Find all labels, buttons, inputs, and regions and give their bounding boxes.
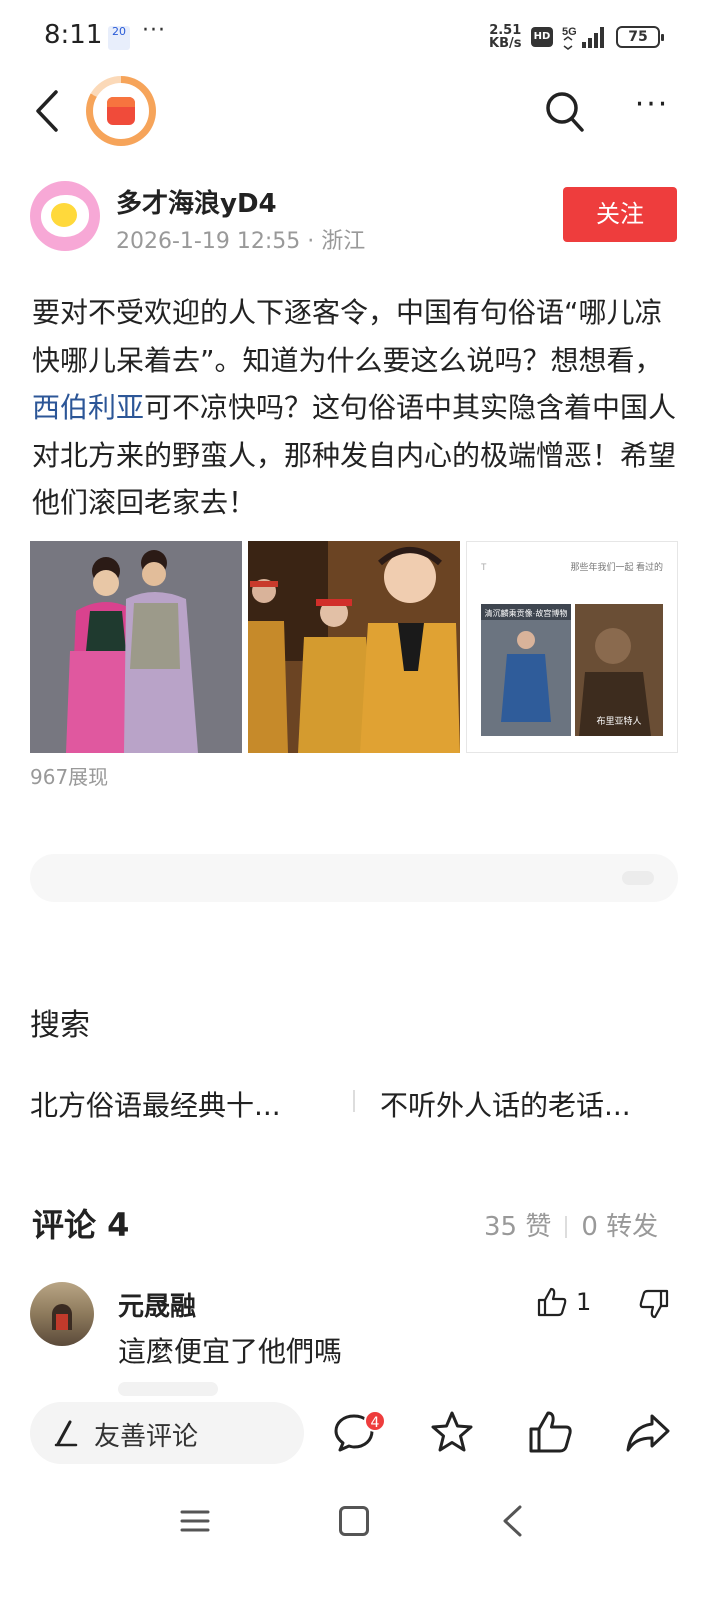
commenter-name[interactable]: 元晟融 xyxy=(118,1286,196,1323)
likes-count[interactable]: 35 赞 xyxy=(484,1212,551,1242)
comment-input[interactable]: 友善评论 xyxy=(30,1402,304,1464)
search-icon[interactable] xyxy=(544,88,586,134)
more-icon[interactable]: ··· xyxy=(630,90,674,130)
comment-placeholder: 友善评论 xyxy=(94,1422,199,1452)
author-avatar[interactable] xyxy=(30,181,100,251)
system-nav-bar xyxy=(0,1490,720,1560)
author-name[interactable]: 多才海浪yD4 xyxy=(116,183,277,220)
reposts-count[interactable]: 0 转发 xyxy=(581,1212,658,1242)
top-nav: ··· xyxy=(0,76,720,146)
post-text-part: 要对不受欢迎的人下逐客令，中国有句俗语“哪儿凉快哪儿呆着去”。知道为什么要这么说… xyxy=(32,296,663,377)
notification-icon: 20 xyxy=(108,26,130,50)
search-suggestion[interactable]: 不听外人话的老话... xyxy=(380,1084,670,1124)
comment-count-badge: 4 xyxy=(364,1410,386,1432)
battery-icon: 75 xyxy=(616,26,664,48)
back-icon[interactable] xyxy=(32,88,62,134)
network-speed-unit: KB/s xyxy=(489,36,522,51)
thumbs-up-icon[interactable] xyxy=(526,1408,574,1456)
image3-header: 那些年我们一起 看过的 xyxy=(570,561,663,572)
system-back-icon[interactable] xyxy=(500,1504,524,1538)
post-image-2[interactable] xyxy=(248,541,460,753)
star-icon[interactable] xyxy=(428,1408,476,1456)
image3-caption-right: 布里亚特人 xyxy=(596,715,641,726)
thumbs-up-icon[interactable] xyxy=(536,1286,568,1318)
ad-placeholder xyxy=(30,854,678,902)
comments-title: 评论 4 xyxy=(32,1206,130,1244)
search-section-title: 搜索 xyxy=(30,1008,90,1043)
status-time: 8:11 xyxy=(44,20,103,50)
home-icon[interactable] xyxy=(339,1506,369,1536)
share-icon[interactable] xyxy=(624,1408,672,1456)
post-text: 要对不受欢迎的人下逐客令，中国有句俗语“哪儿凉快哪儿呆着去”。知道为什么要这么说… xyxy=(32,289,682,527)
image3-caption-left: 清沉麟乘贡像·故宫博物 xyxy=(485,608,568,618)
pen-icon xyxy=(54,1420,78,1447)
bottom-action-bar: 友善评论 4 xyxy=(0,1396,720,1480)
menu-icon[interactable] xyxy=(180,1506,210,1536)
thumbs-down-icon[interactable] xyxy=(638,1288,670,1320)
status-bar: 8:11 20 ··· 2.51 KB/s HD 5G 75 xyxy=(0,0,720,76)
hd-icon: HD xyxy=(531,27,553,47)
comment-text[interactable]: 這麼便宜了他們嗎 xyxy=(118,1330,342,1370)
reply-placeholder xyxy=(118,1382,218,1396)
signal-icon: 5G xyxy=(562,26,604,50)
commenter-avatar[interactable] xyxy=(30,1282,94,1346)
post-link[interactable]: 西伯利亚 xyxy=(32,391,144,424)
red-packet-icon[interactable] xyxy=(86,76,156,146)
svg-text:T: T xyxy=(481,562,487,572)
status-more-icon: ··· xyxy=(142,18,166,43)
post-stats: 35 赞 0 转发 xyxy=(484,1206,658,1243)
follow-button[interactable]: 关注 xyxy=(563,187,677,242)
comment-like-count: 1 xyxy=(576,1288,592,1316)
search-suggestion[interactable]: 北方俗语最经典十... xyxy=(30,1084,320,1124)
network-type: 5G xyxy=(562,26,577,38)
suggestion-divider xyxy=(353,1090,355,1112)
post-image-1[interactable] xyxy=(30,541,242,753)
post-meta: 2026-1-19 12:55 · 浙江 xyxy=(116,229,366,254)
network-speed: 2.51 KB/s xyxy=(489,24,521,50)
post-image-3[interactable]: T 那些年我们一起 看过的 清沉麟乘贡像·故宫博物 布里亚特人 xyxy=(466,541,678,753)
view-count: 967展现 xyxy=(30,765,109,789)
